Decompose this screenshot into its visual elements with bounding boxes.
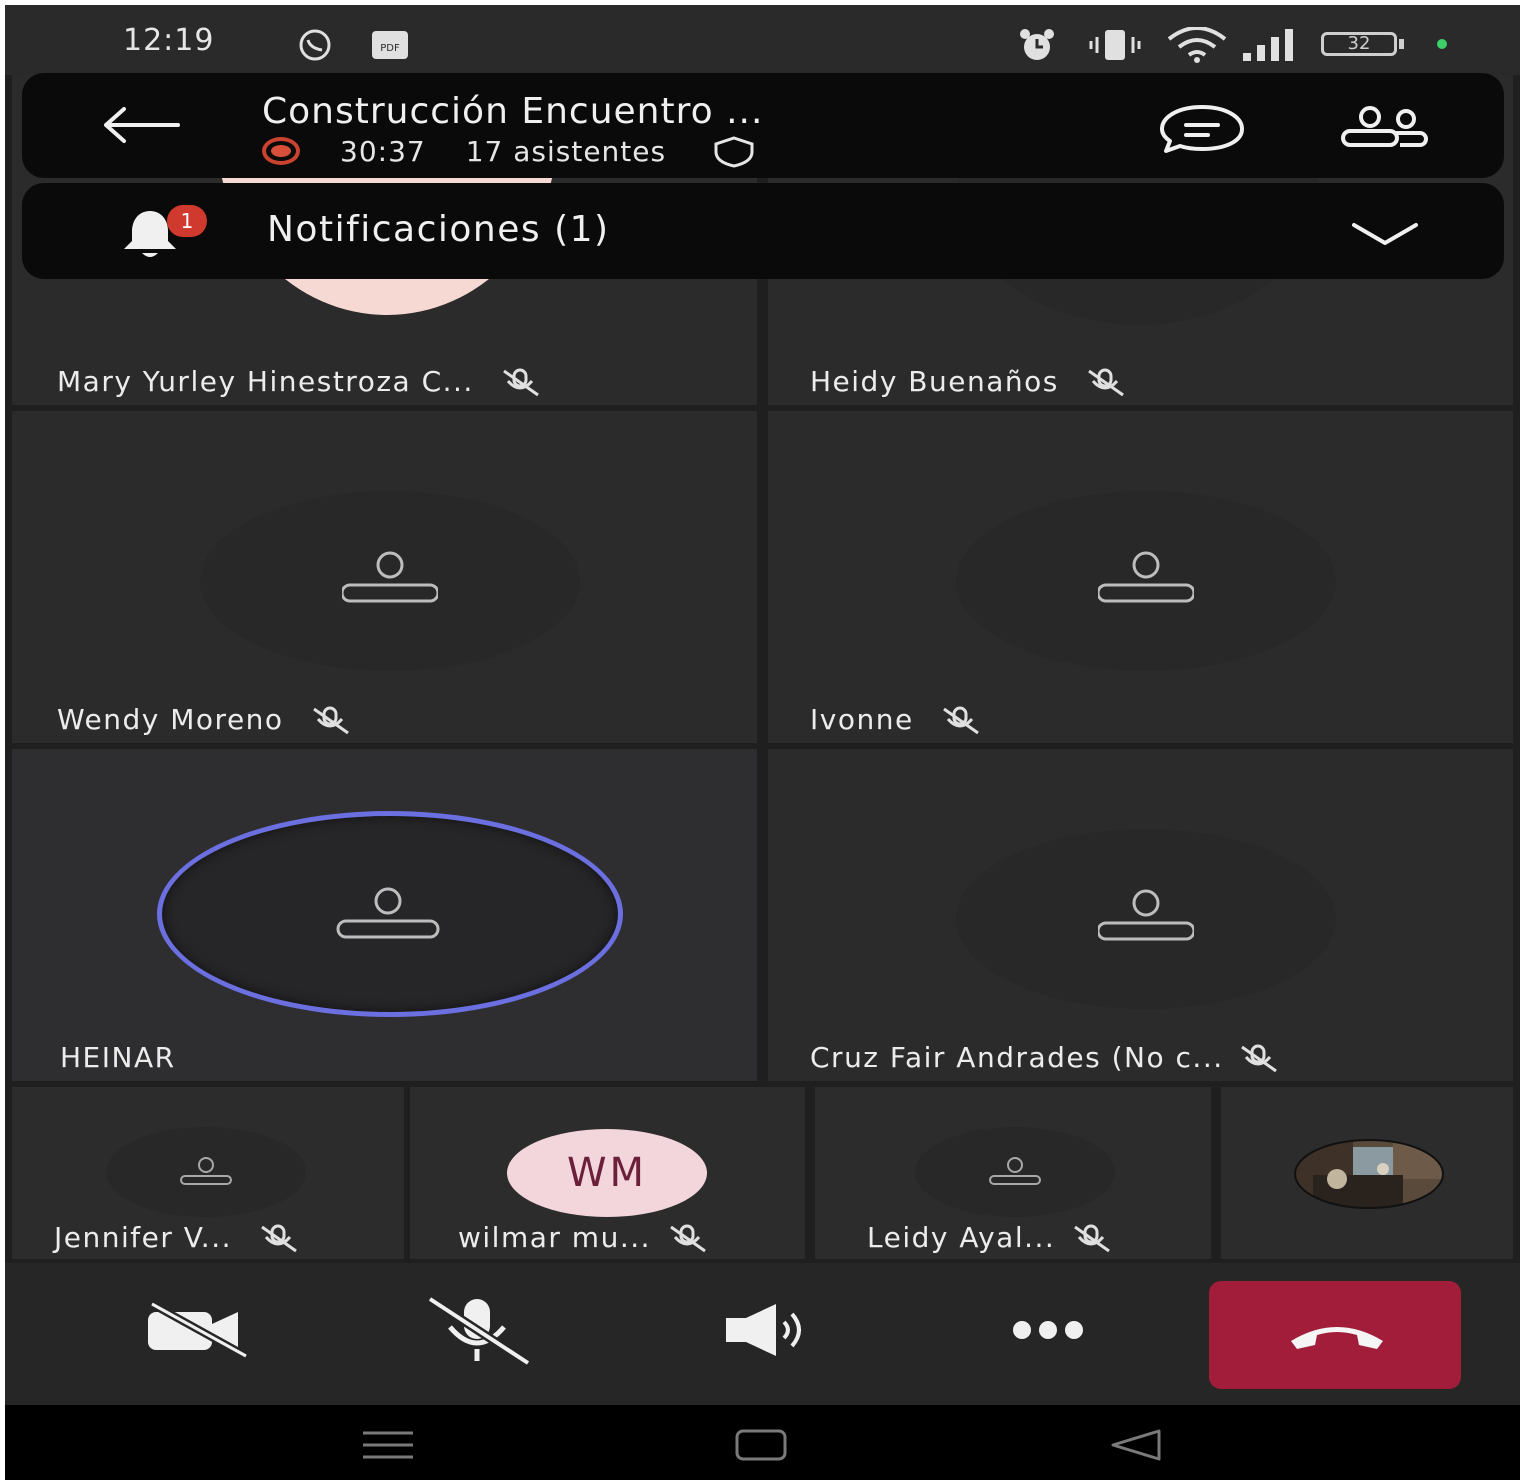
shield-icon <box>714 136 754 168</box>
notifications-label: Notificaciones (1) <box>267 209 610 250</box>
back-nav-icon[interactable] <box>1107 1427 1163 1463</box>
meeting-timer: 30:37 <box>340 134 426 168</box>
status-bar: 12:19 PDF 32 <box>5 5 1520 75</box>
participant-tile-ivonne[interactable]: Ivonne <box>768 411 1513 743</box>
recent-apps-icon[interactable] <box>361 1429 415 1461</box>
chat-icon[interactable] <box>1156 101 1248 155</box>
notification-badge: 1 <box>167 205 207 237</box>
battery-level: 32 <box>1321 32 1397 56</box>
person-icon <box>336 887 440 939</box>
hang-up-button[interactable] <box>1209 1281 1461 1389</box>
profile-photo-avatar <box>1294 1139 1444 1209</box>
more-options-button[interactable] <box>977 1285 1117 1375</box>
mic-muted-icon <box>1074 1224 1111 1252</box>
more-icon <box>1013 1321 1083 1339</box>
mic-muted-icon <box>1087 368 1124 396</box>
mic-muted-icon <box>670 1224 706 1252</box>
participants-icon[interactable] <box>1340 105 1436 151</box>
wifi-icon <box>1167 27 1227 63</box>
teams-call-screen: 12:19 PDF 32 Mary Yurley Hinestroza C...… <box>5 5 1520 1480</box>
microphone-toggle-button[interactable] <box>409 1285 549 1375</box>
participant-tile-cruz[interactable]: Cruz Fair Andrades (No c... <box>768 749 1513 1081</box>
whatsapp-icon <box>299 29 331 61</box>
mic-muted-icon <box>312 706 349 734</box>
mic-muted-icon <box>1240 1044 1277 1072</box>
speaker-icon <box>726 1304 801 1356</box>
participant-name: Cruz Fair Andrades (No c... <box>810 1041 1224 1074</box>
battery-icon: 32 <box>1321 29 1405 59</box>
participant-name: Mary Yurley Hinestroza C... <box>57 365 474 398</box>
person-icon <box>180 1157 232 1185</box>
mic-muted-icon <box>261 1224 297 1252</box>
alarm-icon <box>1020 29 1054 60</box>
participant-tile-wilmar[interactable]: WM wilmar mu... <box>410 1087 805 1259</box>
vibrate-icon <box>1089 30 1141 60</box>
meeting-title[interactable]: Construcción Encuentro ... <box>262 91 763 132</box>
camera-toggle-button[interactable] <box>123 1285 263 1375</box>
home-icon[interactable] <box>733 1427 789 1463</box>
camera-off-icon <box>148 1302 248 1358</box>
meeting-header: Construcción Encuentro ... 30:37 17 asis… <box>22 73 1504 178</box>
participant-name: wilmar mu... <box>458 1221 652 1254</box>
hang-up-icon <box>1291 1327 1383 1349</box>
mic-muted-icon <box>942 706 979 734</box>
avatar-initials: WM <box>507 1129 707 1217</box>
call-controls-bar <box>5 1263 1520 1405</box>
participant-tile-jennifer[interactable]: Jennifer V... <box>12 1087 404 1259</box>
status-time: 12:19 <box>123 23 215 58</box>
signal-icon <box>1243 29 1293 61</box>
participant-name: Jennifer V... <box>54 1221 232 1254</box>
participant-name: Heidy Buenaños <box>810 365 1059 398</box>
participant-name: HEINAR <box>60 1041 176 1074</box>
attendee-count: 17 asistentes <box>465 134 667 168</box>
participant-name: Ivonne <box>810 703 914 736</box>
person-icon <box>342 551 438 603</box>
android-navigation-bar <box>5 1405 1520 1480</box>
person-icon <box>1098 551 1194 603</box>
participant-name: Wendy Moreno <box>57 703 284 736</box>
svg-text:PDF: PDF <box>380 43 400 54</box>
notifications-banner[interactable]: Notificaciones (1) <box>22 183 1504 279</box>
speaker-button[interactable] <box>695 1285 835 1375</box>
mic-off-icon <box>427 1295 531 1367</box>
person-icon <box>989 1157 1041 1185</box>
participant-tile-photo[interactable] <box>1221 1087 1513 1259</box>
back-arrow-icon[interactable] <box>100 105 182 145</box>
green-dot-icon <box>1437 39 1447 49</box>
participant-tile-wendy[interactable]: Wendy Moreno <box>12 411 757 743</box>
chevron-down-icon[interactable] <box>1350 219 1420 249</box>
participant-tile-heinar[interactable]: HEINAR <box>12 749 757 1081</box>
mic-muted-icon <box>502 368 539 396</box>
person-icon <box>1098 889 1194 941</box>
participant-name: Leidy Ayal... <box>867 1221 1056 1254</box>
pdf-icon: PDF <box>372 31 408 59</box>
participant-tile-leidy[interactable]: Leidy Ayal... <box>815 1087 1211 1259</box>
recording-icon <box>262 137 300 165</box>
